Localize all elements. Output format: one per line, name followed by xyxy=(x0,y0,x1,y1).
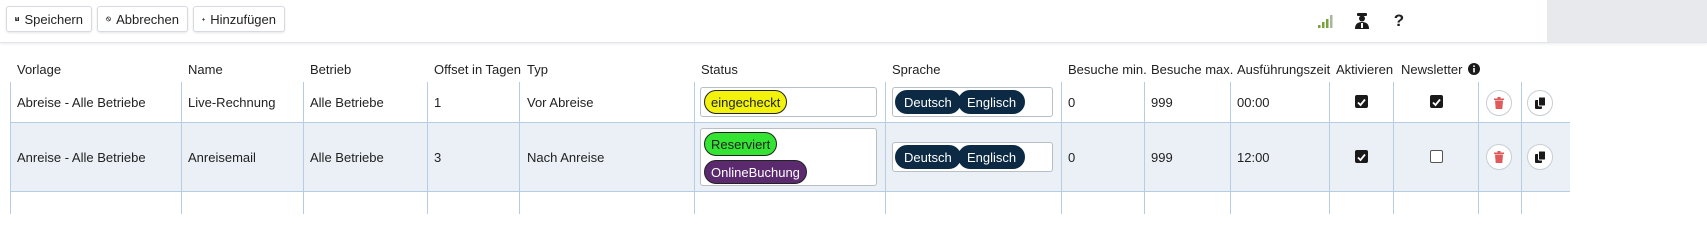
cell-typ: Vor Abreise xyxy=(527,95,594,110)
cell-betrieb: Alle Betriebe xyxy=(310,95,384,110)
header-status[interactable]: Status xyxy=(701,62,738,77)
header-offset[interactable]: Offset in Tagen xyxy=(434,62,521,77)
checkmark-icon xyxy=(1357,153,1366,162)
language-multiselect[interactable]: Deutsch Englisch xyxy=(892,87,1053,117)
header-newsletter-label: Newsletter xyxy=(1401,62,1463,77)
copy-icon xyxy=(1534,97,1546,109)
language-tag-deutsch[interactable]: Deutsch xyxy=(895,145,961,169)
cell-name: Live-Rechnung xyxy=(188,95,276,110)
aktivieren-checkbox[interactable] xyxy=(1355,150,1368,163)
cell-ausfuehrungszeit[interactable]: 12:00 xyxy=(1237,150,1270,165)
help-icon[interactable]: ? xyxy=(1388,10,1410,32)
language-tag-englisch[interactable]: Englisch xyxy=(958,145,1026,169)
language-multiselect[interactable]: Deutsch Englisch xyxy=(892,142,1053,172)
delete-button[interactable] xyxy=(1486,90,1512,116)
column-divider xyxy=(303,82,304,214)
checkmark-icon xyxy=(1357,98,1366,107)
column-divider xyxy=(1393,82,1394,214)
checkmark-icon xyxy=(1432,98,1441,107)
cell-betrieb: Alle Betriebe xyxy=(310,150,384,165)
status-tag-reserviert[interactable]: Reserviert xyxy=(704,132,778,156)
newsletter-checkbox[interactable] xyxy=(1430,150,1443,163)
column-divider xyxy=(1061,82,1062,214)
column-divider xyxy=(519,82,520,214)
cell-vorlage: Abreise - Alle Betriebe xyxy=(17,95,146,110)
save-button[interactable]: Speichern xyxy=(6,6,92,32)
column-divider xyxy=(1230,82,1231,214)
header-typ[interactable]: Typ xyxy=(527,62,548,77)
header-besuche-max[interactable]: Besuche max. xyxy=(1151,62,1233,77)
cell-besuche-min[interactable]: 0 xyxy=(1068,150,1075,165)
language-tag-deutsch[interactable]: Deutsch xyxy=(895,90,961,114)
toolbar: Speichern Abbrechen Hinzufügen ? xyxy=(0,0,1707,43)
toolbar-side-panel xyxy=(1547,0,1707,42)
status-multiselect[interactable]: Reserviert OnlineBuchung xyxy=(700,128,877,186)
table-row xyxy=(10,192,1570,214)
cancel-button[interactable]: Abbrechen xyxy=(97,6,188,32)
status-tag-onlinebuchung[interactable]: OnlineBuchung xyxy=(704,160,807,184)
header-newsletter[interactable]: Newsletter xyxy=(1401,62,1481,77)
plus-icon xyxy=(202,17,206,21)
status-tag-eingecheckt[interactable]: eingecheckt xyxy=(704,90,788,114)
header-besuche-min[interactable]: Besuche min. xyxy=(1068,62,1147,77)
column-divider xyxy=(885,82,886,214)
cell-typ: Nach Anreise xyxy=(527,150,605,165)
header-name[interactable]: Name xyxy=(188,62,223,77)
copy-icon xyxy=(1534,151,1546,163)
trash-icon xyxy=(1494,151,1504,163)
aktivieren-checkbox[interactable] xyxy=(1355,95,1368,108)
cell-ausfuehrungszeit[interactable]: 00:00 xyxy=(1237,95,1270,110)
cancel-button-label: Abbrechen xyxy=(116,11,179,27)
add-button-label: Hinzufügen xyxy=(210,11,276,27)
cell-offset: 1 xyxy=(434,95,442,110)
save-button-label: Speichern xyxy=(24,11,83,27)
copy-button[interactable] xyxy=(1527,90,1553,116)
cell-vorlage: Anreise - Alle Betriebe xyxy=(17,150,146,165)
floppy-disk-icon xyxy=(15,16,20,22)
cell-name: Anreisemail xyxy=(188,150,256,165)
header-sprache[interactable]: Sprache xyxy=(892,62,940,77)
column-divider xyxy=(1144,82,1145,214)
cell-offset: 3 xyxy=(434,150,442,165)
column-divider xyxy=(1521,82,1522,214)
info-icon[interactable] xyxy=(1468,63,1481,75)
cell-besuche-max[interactable]: 999 xyxy=(1151,95,1173,110)
delete-button[interactable] xyxy=(1486,144,1512,170)
header-betrieb[interactable]: Betrieb xyxy=(310,62,351,77)
user-agent-icon[interactable] xyxy=(1351,10,1373,32)
language-tag-englisch[interactable]: Englisch xyxy=(958,90,1026,114)
status-multiselect[interactable]: eingecheckt xyxy=(700,87,877,117)
header-ausfuehrungszeit[interactable]: Ausführungszeit xyxy=(1237,62,1330,77)
header-vorlage[interactable]: Vorlage xyxy=(17,62,61,77)
add-button[interactable]: Hinzufügen xyxy=(193,6,285,32)
column-divider xyxy=(1478,82,1479,214)
trash-icon xyxy=(1494,97,1504,109)
signal-bars-icon[interactable] xyxy=(1315,10,1337,32)
copy-button[interactable] xyxy=(1527,144,1553,170)
cell-besuche-max[interactable]: 999 xyxy=(1151,150,1173,165)
header-aktivieren[interactable]: Aktivieren xyxy=(1336,62,1393,77)
column-divider xyxy=(1329,82,1330,214)
column-divider xyxy=(427,82,428,214)
ban-icon xyxy=(106,16,111,22)
newsletter-checkbox[interactable] xyxy=(1430,95,1443,108)
column-divider xyxy=(694,82,695,214)
cell-besuche-min[interactable]: 0 xyxy=(1068,95,1075,110)
column-divider xyxy=(10,82,11,214)
column-divider xyxy=(181,82,182,214)
